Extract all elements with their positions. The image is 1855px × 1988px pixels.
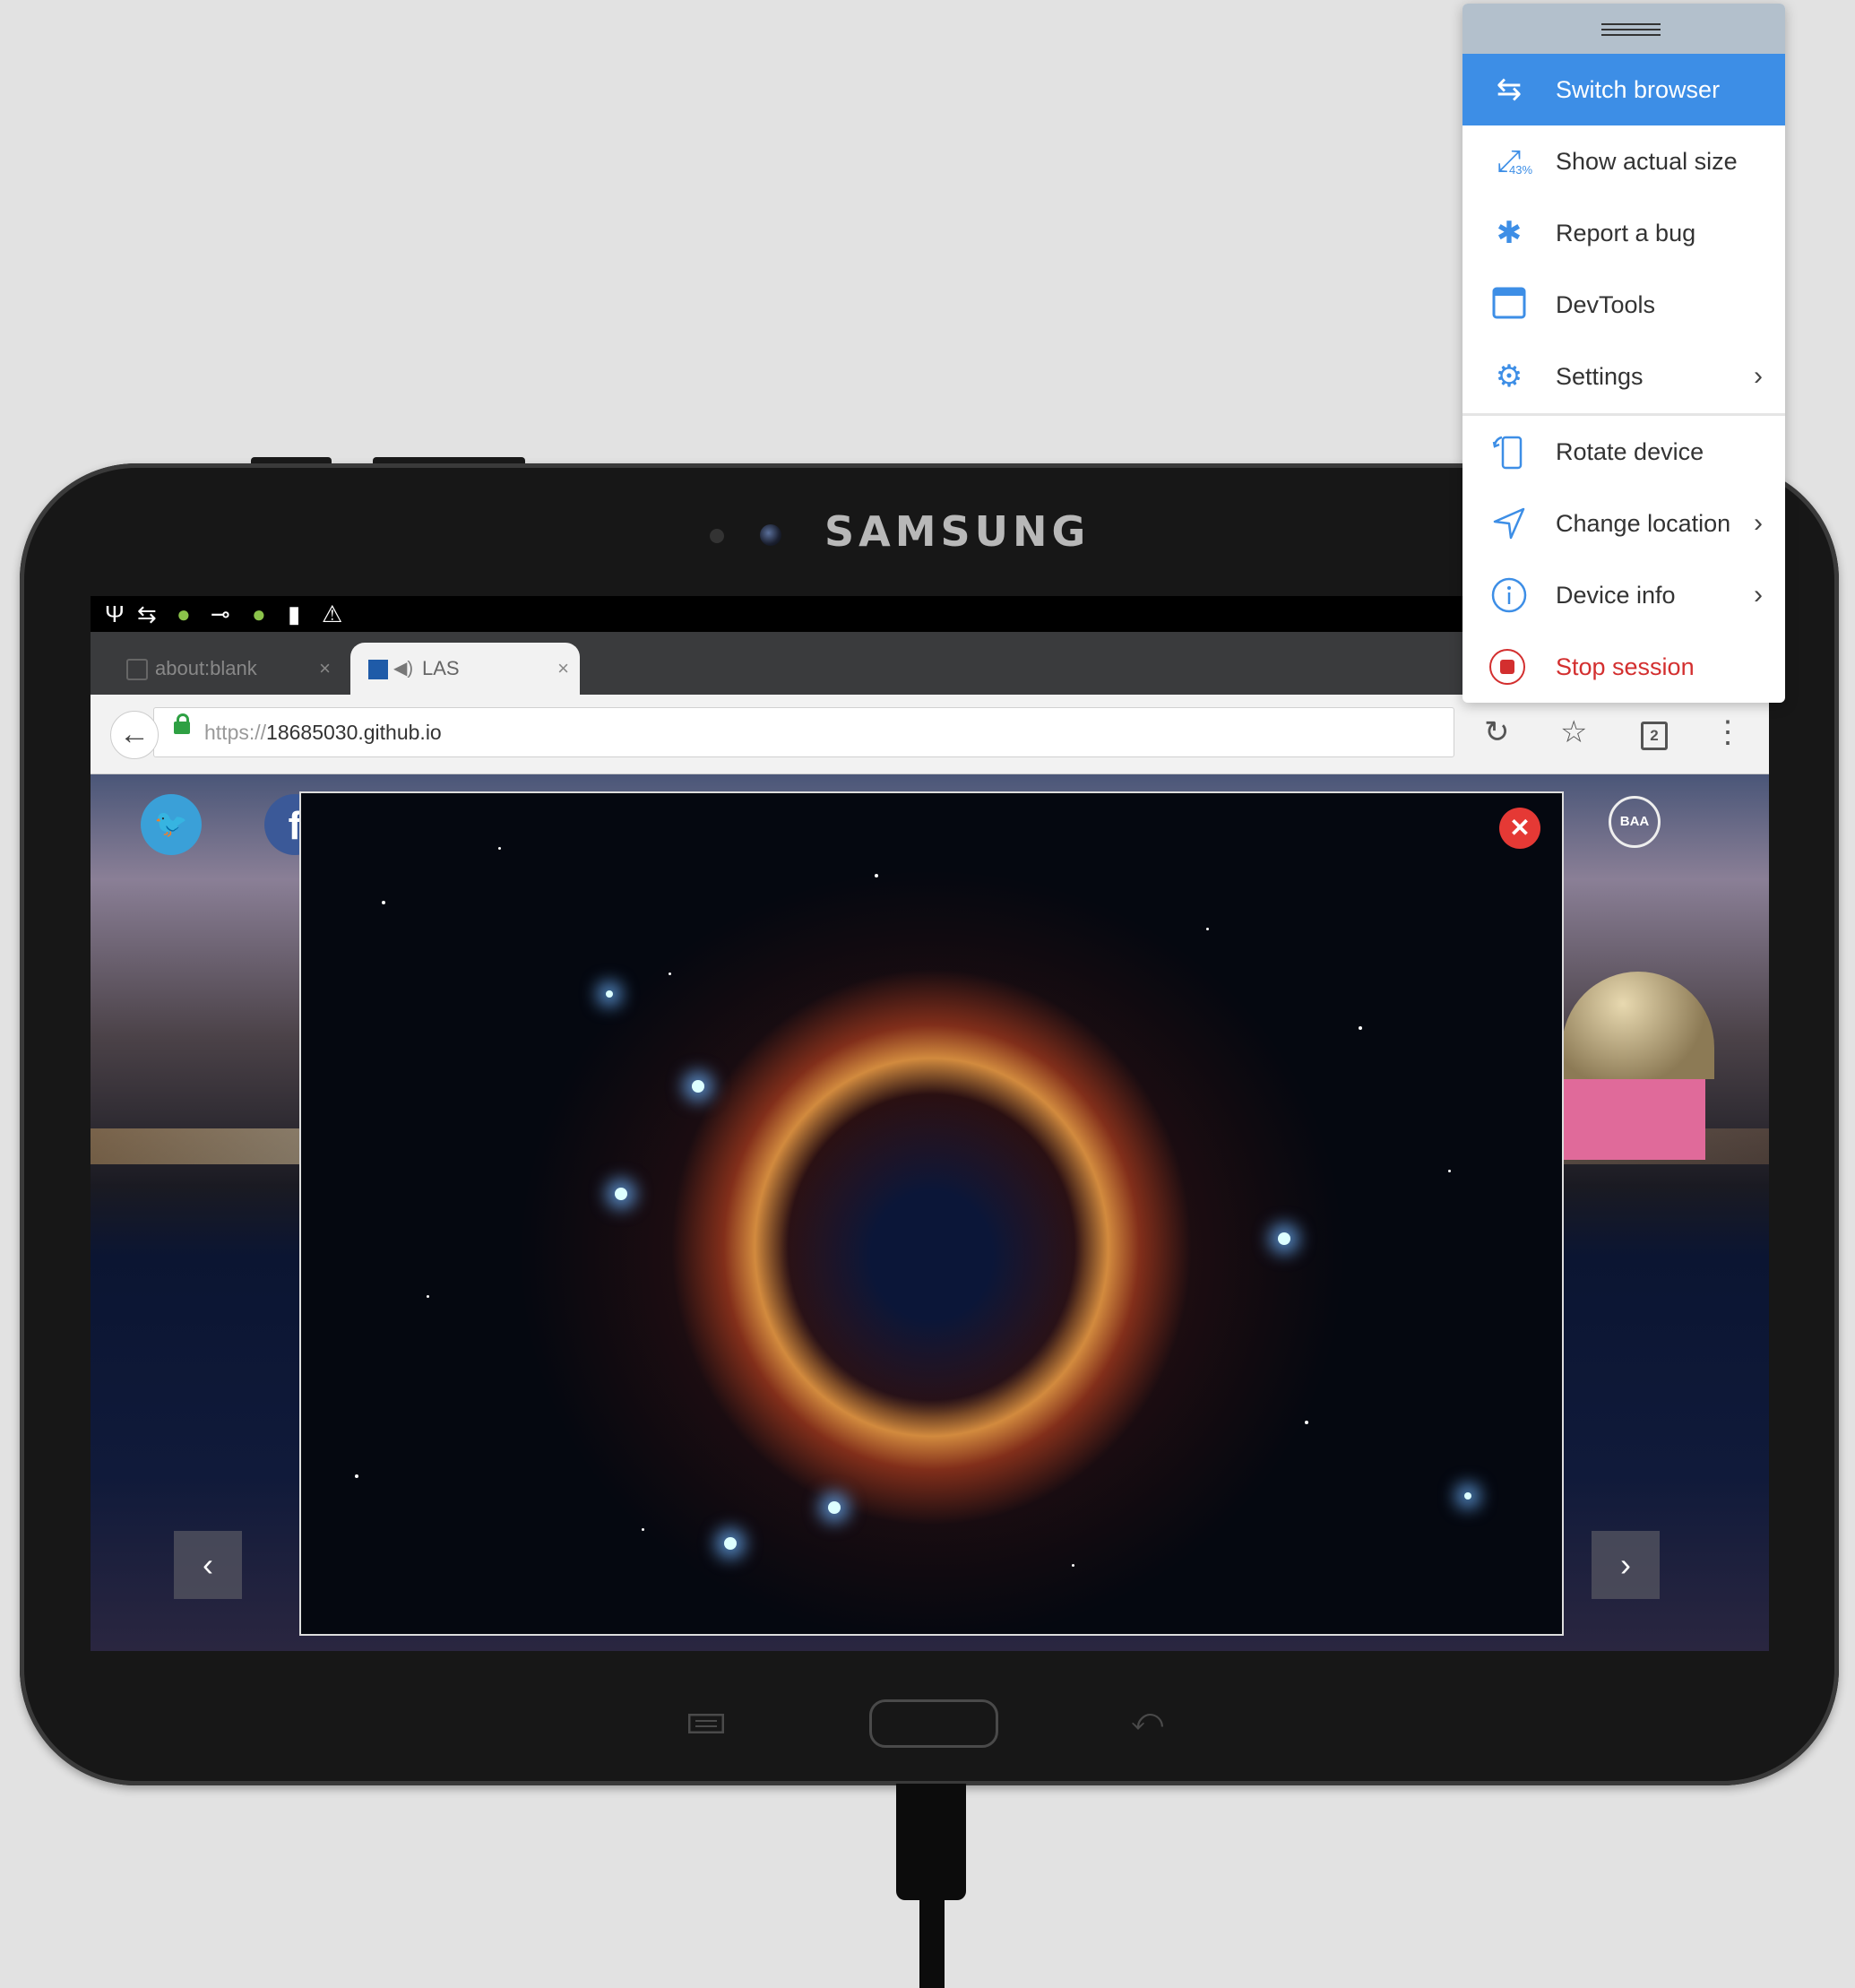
gear-icon: ⚙ bbox=[1495, 359, 1523, 393]
bright-star bbox=[606, 990, 613, 998]
tab-switcher-button[interactable]: 2 bbox=[1641, 722, 1668, 750]
usb-cable-wire bbox=[919, 1898, 945, 1988]
browser-toolbar: https://18685030.github.io ← ↻ ☆ 2 ⋮ bbox=[91, 695, 1769, 774]
hardware-home-button[interactable] bbox=[869, 1699, 998, 1748]
carousel-next-button[interactable]: › bbox=[1592, 1531, 1660, 1599]
menu-item-label: Device info bbox=[1556, 582, 1676, 609]
change-location-button[interactable]: Change location › bbox=[1462, 488, 1785, 559]
menu-item-label: Rotate device bbox=[1556, 438, 1704, 465]
reload-icon[interactable]: ↻ bbox=[1484, 713, 1510, 752]
menu-item-label: Settings bbox=[1556, 363, 1644, 390]
star bbox=[669, 972, 671, 975]
usb-icon: Ψ bbox=[105, 601, 125, 627]
device-screen[interactable]: Ψ ⇆ ● ⊸ ● ▮ ⚠ about:blank × ◀) LAS × htt… bbox=[91, 596, 1769, 1651]
menu-item-label: Report a bug bbox=[1556, 220, 1696, 246]
popup-close-button[interactable]: ✕ bbox=[1499, 808, 1540, 849]
star bbox=[1448, 1170, 1451, 1172]
show-actual-size-button[interactable]: ⤢ 43% Show actual size bbox=[1462, 125, 1785, 197]
rotate-device-button[interactable]: Rotate device bbox=[1462, 416, 1785, 488]
lock-icon bbox=[174, 713, 190, 734]
device-info-button[interactable]: Device info › bbox=[1462, 559, 1785, 631]
bug-icon: ✱ bbox=[1496, 216, 1523, 250]
switch-browser-button[interactable]: ⇆ Switch browser bbox=[1462, 54, 1785, 125]
window-icon bbox=[1489, 287, 1529, 323]
star bbox=[498, 847, 501, 850]
nebula-image-popup: ✕ bbox=[299, 791, 1564, 1636]
rotate-device-icon bbox=[1489, 434, 1529, 470]
chevron-right-icon: › bbox=[1754, 508, 1763, 538]
star bbox=[427, 1295, 429, 1298]
tab-title: about:blank bbox=[155, 657, 257, 679]
bright-star bbox=[1464, 1492, 1471, 1500]
page-icon bbox=[126, 659, 148, 680]
speaker-icon: ◀) bbox=[393, 659, 414, 679]
bright-star bbox=[692, 1080, 704, 1093]
key-icon: ⊸ bbox=[211, 601, 230, 627]
star bbox=[382, 901, 385, 904]
star bbox=[642, 1528, 644, 1531]
star bbox=[1305, 1421, 1308, 1424]
menu-item-label: Stop session bbox=[1556, 653, 1695, 680]
android-icon: ● bbox=[177, 601, 191, 627]
menu-item-label: Show actual size bbox=[1556, 148, 1738, 175]
hardware-menu-icon[interactable] bbox=[687, 1713, 725, 1734]
device-control-menu: ⇆ Switch browser ⤢ 43% Show actual size … bbox=[1462, 4, 1785, 703]
zoom-percent: 43% bbox=[1509, 163, 1533, 177]
star bbox=[1072, 1564, 1074, 1567]
hardware-back-icon[interactable]: ⤺ bbox=[1131, 1703, 1163, 1738]
web-page: 🐦 f BAA ‹ › ✕ bbox=[91, 774, 1769, 1651]
menu-item-label: Change location bbox=[1556, 510, 1731, 537]
baa-logo[interactable]: BAA bbox=[1609, 796, 1661, 848]
brand-logo: SAMSUNG bbox=[824, 507, 1091, 556]
carousel-prev-button[interactable]: ‹ bbox=[174, 1531, 242, 1599]
star bbox=[875, 874, 878, 877]
tab-close-icon[interactable]: × bbox=[319, 643, 331, 695]
sd-card-icon: ▮ bbox=[288, 601, 301, 627]
tab-las[interactable]: ◀) LAS × bbox=[350, 643, 580, 695]
location-arrow-icon bbox=[1489, 506, 1529, 541]
front-camera-icon bbox=[760, 524, 781, 546]
observatory-building-image bbox=[1562, 1079, 1705, 1160]
tab-about-blank[interactable]: about:blank × bbox=[117, 643, 341, 695]
menu-item-label: Switch browser bbox=[1556, 76, 1721, 103]
favicon-icon bbox=[368, 660, 388, 679]
bookmark-star-icon[interactable]: ☆ bbox=[1560, 713, 1587, 752]
bright-star bbox=[1278, 1232, 1290, 1245]
stop-icon bbox=[1489, 649, 1525, 685]
bright-star bbox=[615, 1188, 627, 1200]
chevron-right-icon: › bbox=[1754, 361, 1763, 391]
twitter-icon[interactable]: 🐦 bbox=[141, 794, 202, 855]
warning-icon: ⚠ bbox=[322, 601, 343, 627]
bright-star bbox=[724, 1537, 737, 1550]
stop-session-button[interactable]: Stop session bbox=[1462, 631, 1785, 703]
tab-close-icon[interactable]: × bbox=[557, 643, 569, 695]
chevron-right-icon: › bbox=[1754, 580, 1763, 609]
star bbox=[355, 1474, 358, 1478]
cast-icon: ⇆ bbox=[137, 601, 157, 627]
observatory-dome-image bbox=[1562, 972, 1714, 1079]
overflow-menu-icon[interactable]: ⋮ bbox=[1713, 713, 1743, 752]
menu-drag-handle[interactable] bbox=[1462, 4, 1785, 54]
star bbox=[1206, 928, 1209, 930]
star bbox=[1359, 1026, 1362, 1030]
usb-cable bbox=[896, 1784, 966, 1900]
light-sensor bbox=[710, 529, 724, 543]
url-text[interactable]: https://18685030.github.io bbox=[204, 708, 442, 756]
tab-title: LAS bbox=[422, 657, 460, 679]
address-bar[interactable]: https://18685030.github.io bbox=[153, 707, 1454, 757]
report-bug-button[interactable]: ✱ Report a bug bbox=[1462, 197, 1785, 269]
info-icon bbox=[1489, 577, 1529, 613]
back-button[interactable]: ← bbox=[110, 711, 159, 759]
switch-arrows-icon: ⇆ bbox=[1496, 73, 1523, 107]
menu-item-label: DevTools bbox=[1556, 291, 1656, 318]
devtools-button[interactable]: DevTools bbox=[1462, 269, 1785, 341]
bright-star bbox=[828, 1501, 841, 1514]
settings-button[interactable]: ⚙ Settings › bbox=[1462, 341, 1785, 412]
android-debug-icon: ● bbox=[252, 601, 266, 627]
url-host: 18685030.github.io bbox=[266, 721, 442, 744]
url-scheme: https:// bbox=[204, 721, 267, 744]
